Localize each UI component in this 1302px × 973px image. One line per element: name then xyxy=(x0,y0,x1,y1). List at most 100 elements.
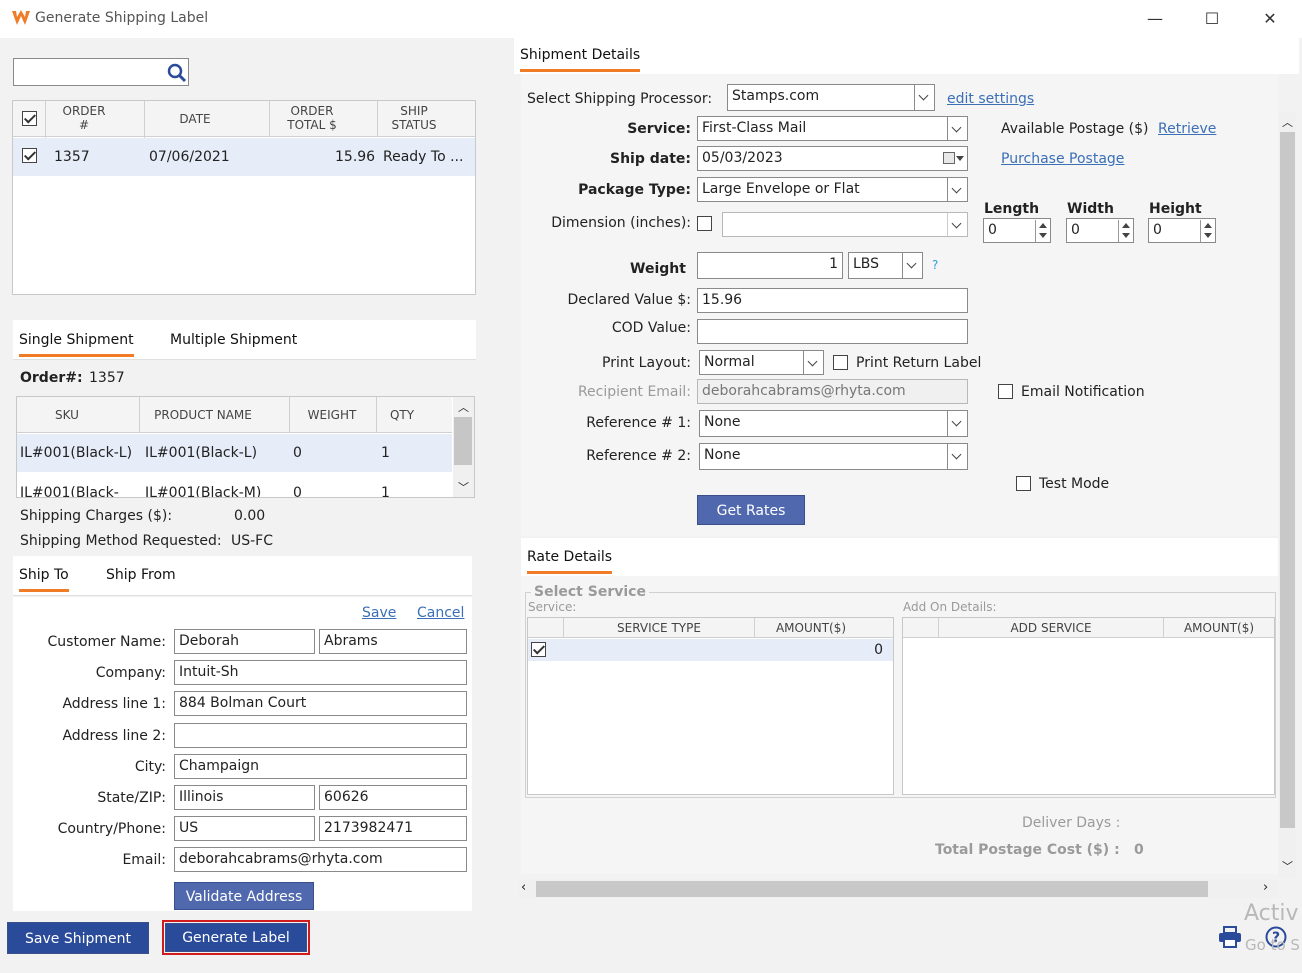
table-row[interactable]: IL#001(Black-L) IL#001(Black-L) 0 1 xyxy=(17,434,452,472)
retrieve-link[interactable]: Retrieve xyxy=(1158,121,1216,137)
horizontal-scrollbar[interactable]: ‹ › xyxy=(519,880,1278,898)
last-name-field[interactable]: Abrams xyxy=(319,629,467,654)
scroll-down-icon[interactable]: ﹀ xyxy=(458,479,469,495)
service-select[interactable]: First-Class Mail xyxy=(697,116,968,141)
test-mode-checkbox[interactable] xyxy=(1016,476,1031,491)
dimension-checkbox[interactable] xyxy=(697,216,712,231)
declared-value-label: Declared Value $: xyxy=(567,292,691,308)
scroll-right-icon[interactable]: › xyxy=(1263,880,1268,895)
reference2-select[interactable]: None xyxy=(699,443,968,470)
cod-value-field[interactable] xyxy=(697,319,968,344)
minimize-button[interactable]: — xyxy=(1140,6,1170,32)
declared-value-field[interactable]: 15.96 xyxy=(697,288,968,313)
col-service-type: SERVICE TYPE xyxy=(617,621,701,635)
reference1-select[interactable]: None xyxy=(699,410,968,437)
print-icon[interactable] xyxy=(1218,926,1242,948)
order-total: 15.96 xyxy=(335,149,376,165)
close-button[interactable]: ✕ xyxy=(1255,6,1285,32)
search-icon[interactable] xyxy=(167,63,187,83)
weight-field[interactable]: 1 xyxy=(697,252,843,279)
scroll-left-icon[interactable]: ‹ xyxy=(521,880,526,895)
width-spinner[interactable]: 0 xyxy=(1066,218,1134,243)
vertical-scrollbar-thumb[interactable] xyxy=(1280,132,1295,828)
scroll-up-icon[interactable]: ︿ xyxy=(1282,114,1293,130)
address-line2-field[interactable] xyxy=(174,723,467,748)
items-col-sku: SKU xyxy=(55,408,79,422)
item-sku: IL#001(Black-L) xyxy=(20,445,133,461)
table-row[interactable]: IL#001(Black- IL#001(Black-M) 0 1 xyxy=(17,472,452,497)
country-field[interactable]: US xyxy=(174,816,315,841)
address-tabs xyxy=(13,556,472,596)
customer-name-label: Customer Name: xyxy=(47,634,166,650)
weight-help-icon[interactable]: ? xyxy=(932,258,938,272)
tab-multiple-shipment[interactable]: Multiple Shipment xyxy=(170,332,297,348)
items-scrollbar[interactable]: ︿ ﹀ xyxy=(453,397,474,497)
print-return-label-checkbox[interactable] xyxy=(833,355,848,370)
tab-ship-from[interactable]: Ship From xyxy=(106,567,176,583)
test-mode-label: Test Mode xyxy=(1039,476,1110,492)
address-line2-label: Address line 2: xyxy=(62,728,166,744)
address-line1-field[interactable]: 884 Bolman Court xyxy=(174,691,467,716)
order-date: 07/06/2021 xyxy=(149,149,230,165)
processor-select[interactable]: Stamps.com xyxy=(727,84,935,111)
company-field[interactable]: Intuit-Sh xyxy=(174,660,467,685)
save-shipment-button[interactable]: Save Shipment xyxy=(7,922,149,954)
length-spinner[interactable]: 0 xyxy=(983,218,1051,243)
recipient-email-field[interactable]: deborahcabrams@rhyta.com xyxy=(697,379,968,404)
email-field[interactable]: deborahcabrams@rhyta.com xyxy=(174,847,467,872)
tab-rate-details[interactable]: Rate Details xyxy=(527,549,613,574)
horizontal-scrollbar-thumb[interactable] xyxy=(536,881,1208,897)
maximize-button[interactable]: ☐ xyxy=(1197,6,1227,32)
scroll-down-icon[interactable]: ﹀ xyxy=(1282,858,1293,874)
first-name-field[interactable]: Deborah xyxy=(174,629,315,654)
shipping-method-value: US-FC xyxy=(231,533,274,549)
select-service-legend: Select Service xyxy=(531,584,649,600)
weight-unit-select[interactable]: LBS xyxy=(848,252,923,279)
tab-ship-to[interactable]: Ship To xyxy=(19,567,69,592)
vertical-scrollbar[interactable]: ︿ ﹀ xyxy=(1279,112,1296,878)
reference1-label: Reference # 1: xyxy=(586,415,691,431)
validate-address-button[interactable]: Validate Address xyxy=(174,882,314,910)
table-row[interactable]: 1357 07/06/2021 15.96 Ready To ... xyxy=(13,138,475,176)
height-spinner[interactable]: 0 xyxy=(1148,218,1216,243)
state-field[interactable]: Illinois xyxy=(174,785,315,810)
select-all-orders-checkbox[interactable] xyxy=(22,111,37,126)
service-label: Service: xyxy=(627,121,691,137)
email-notification-checkbox[interactable] xyxy=(998,384,1013,399)
item-weight: 0 xyxy=(293,445,302,461)
city-field[interactable]: Champaign xyxy=(174,754,467,779)
zip-field[interactable]: 60626 xyxy=(319,785,467,810)
print-layout-select[interactable]: Normal xyxy=(699,350,824,375)
weight-label: Weight xyxy=(630,261,686,277)
tab-shipment-details[interactable]: Shipment Details xyxy=(520,47,641,72)
processor-label: Select Shipping Processor: xyxy=(527,91,713,107)
calendar-icon[interactable] xyxy=(943,152,964,165)
dimension-select[interactable] xyxy=(722,212,968,237)
order-row-checkbox[interactable] xyxy=(22,148,37,163)
package-type-select[interactable]: Large Envelope or Flat xyxy=(697,177,968,202)
get-rates-button[interactable]: Get Rates xyxy=(697,495,805,525)
generate-label-button[interactable]: Generate Label xyxy=(165,923,307,952)
address-cancel-link[interactable]: Cancel xyxy=(417,605,464,621)
scroll-up-icon[interactable]: ︿ xyxy=(458,399,469,415)
items-col-qty: QTY xyxy=(389,408,415,422)
purchase-postage-link[interactable]: Purchase Postage xyxy=(1001,151,1124,167)
address-save-link[interactable]: Save xyxy=(362,605,396,621)
activation-watermark-line1: Activ xyxy=(1244,901,1299,926)
items-col-product-name: PRODUCT NAME xyxy=(154,408,252,422)
items-scrollbar-thumb[interactable] xyxy=(454,417,472,465)
ship-date-field[interactable]: 05/03/2023 xyxy=(697,146,968,171)
width-label: Width xyxy=(1067,201,1114,217)
state-zip-label: State/ZIP: xyxy=(97,790,166,806)
rate-details-tabbar xyxy=(521,538,1278,576)
package-type-label: Package Type: xyxy=(578,182,691,198)
tab-single-shipment[interactable]: Single Shipment xyxy=(19,332,134,357)
rate-row-checkbox[interactable] xyxy=(531,642,546,657)
order-search-input[interactable] xyxy=(13,58,189,86)
total-postage-value: 0 xyxy=(1134,842,1144,858)
phone-field[interactable]: 2173982471 xyxy=(319,816,467,841)
edit-settings-link[interactable]: edit settings xyxy=(947,91,1034,107)
email-notification-label: Email Notification xyxy=(1021,384,1145,400)
table-row[interactable]: 0 xyxy=(528,639,893,661)
order-number: 1357 xyxy=(54,149,90,165)
